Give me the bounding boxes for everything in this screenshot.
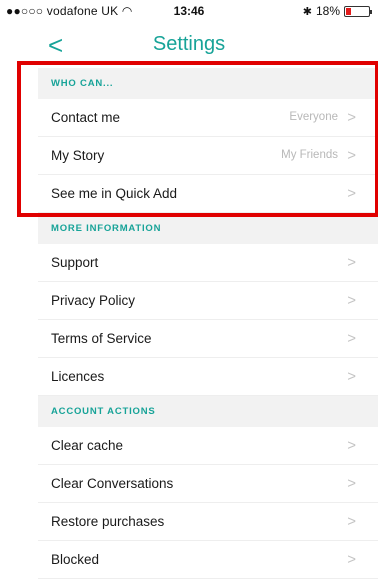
- chevron-right-icon: >: [347, 330, 356, 347]
- battery-percent: 18%: [315, 4, 340, 18]
- battery-icon: [344, 5, 372, 17]
- chevron-right-icon: >: [347, 437, 356, 454]
- row-label: See me in Quick Add: [51, 186, 178, 201]
- row-value: Everyone: [289, 111, 338, 123]
- row-privacy-policy[interactable]: Privacy Policy >: [38, 282, 378, 320]
- row-label: Clear Conversations: [51, 476, 174, 491]
- row-restore-purchases[interactable]: Restore purchases >: [38, 503, 378, 541]
- row-contact-me[interactable]: Contact me Everyone >: [38, 99, 378, 137]
- chevron-right-icon: >: [347, 551, 356, 568]
- chevron-right-icon: >: [347, 513, 356, 530]
- row-label: Clear cache: [51, 438, 124, 453]
- row-blocked[interactable]: Blocked >: [38, 541, 378, 579]
- battery-status: ✱ 18%: [302, 4, 372, 18]
- row-label: Blocked: [51, 552, 100, 567]
- chevron-right-icon: >: [347, 254, 356, 271]
- row-label: Support: [51, 255, 99, 270]
- row-label: Contact me: [51, 110, 121, 125]
- chevron-right-icon: >: [347, 185, 356, 202]
- row-my-story[interactable]: My Story My Friends >: [38, 137, 378, 175]
- row-label: Privacy Policy: [51, 293, 136, 308]
- row-label: Terms of Service: [51, 331, 152, 346]
- chevron-right-icon: >: [347, 147, 356, 164]
- row-label: My Story: [51, 148, 105, 163]
- row-clear-cache[interactable]: Clear cache >: [38, 427, 378, 465]
- chevron-right-icon: >: [347, 368, 356, 385]
- status-bar: ●●○○○ vodafone UK ◠ 13:46 ✱ 18%: [0, 0, 378, 22]
- section-header-who-can: WHO CAN...: [38, 68, 378, 99]
- section-header-account-actions: ACCOUNT ACTIONS: [38, 396, 378, 427]
- chevron-right-icon: >: [347, 292, 356, 309]
- row-clear-conversations[interactable]: Clear Conversations >: [38, 465, 378, 503]
- page-title: Settings: [152, 33, 226, 55]
- row-licences[interactable]: Licences >: [38, 358, 378, 396]
- chevron-right-icon: >: [347, 475, 356, 492]
- row-value: My Friends: [281, 149, 338, 161]
- row-terms-of-service[interactable]: Terms of Service >: [38, 320, 378, 358]
- row-support[interactable]: Support >: [38, 244, 378, 282]
- settings-list: WHO CAN... Contact me Everyone > My Stor…: [38, 68, 378, 579]
- row-label: Restore purchases: [51, 514, 165, 529]
- section-header-more-information: MORE INFORMATION: [38, 213, 378, 244]
- row-see-me-in-quick-add[interactable]: See me in Quick Add >: [38, 175, 378, 213]
- navigation-bar: < Settings: [0, 22, 378, 68]
- bluetooth-icon: ✱: [302, 5, 312, 18]
- chevron-right-icon: >: [347, 109, 356, 126]
- row-label: Licences: [51, 369, 105, 384]
